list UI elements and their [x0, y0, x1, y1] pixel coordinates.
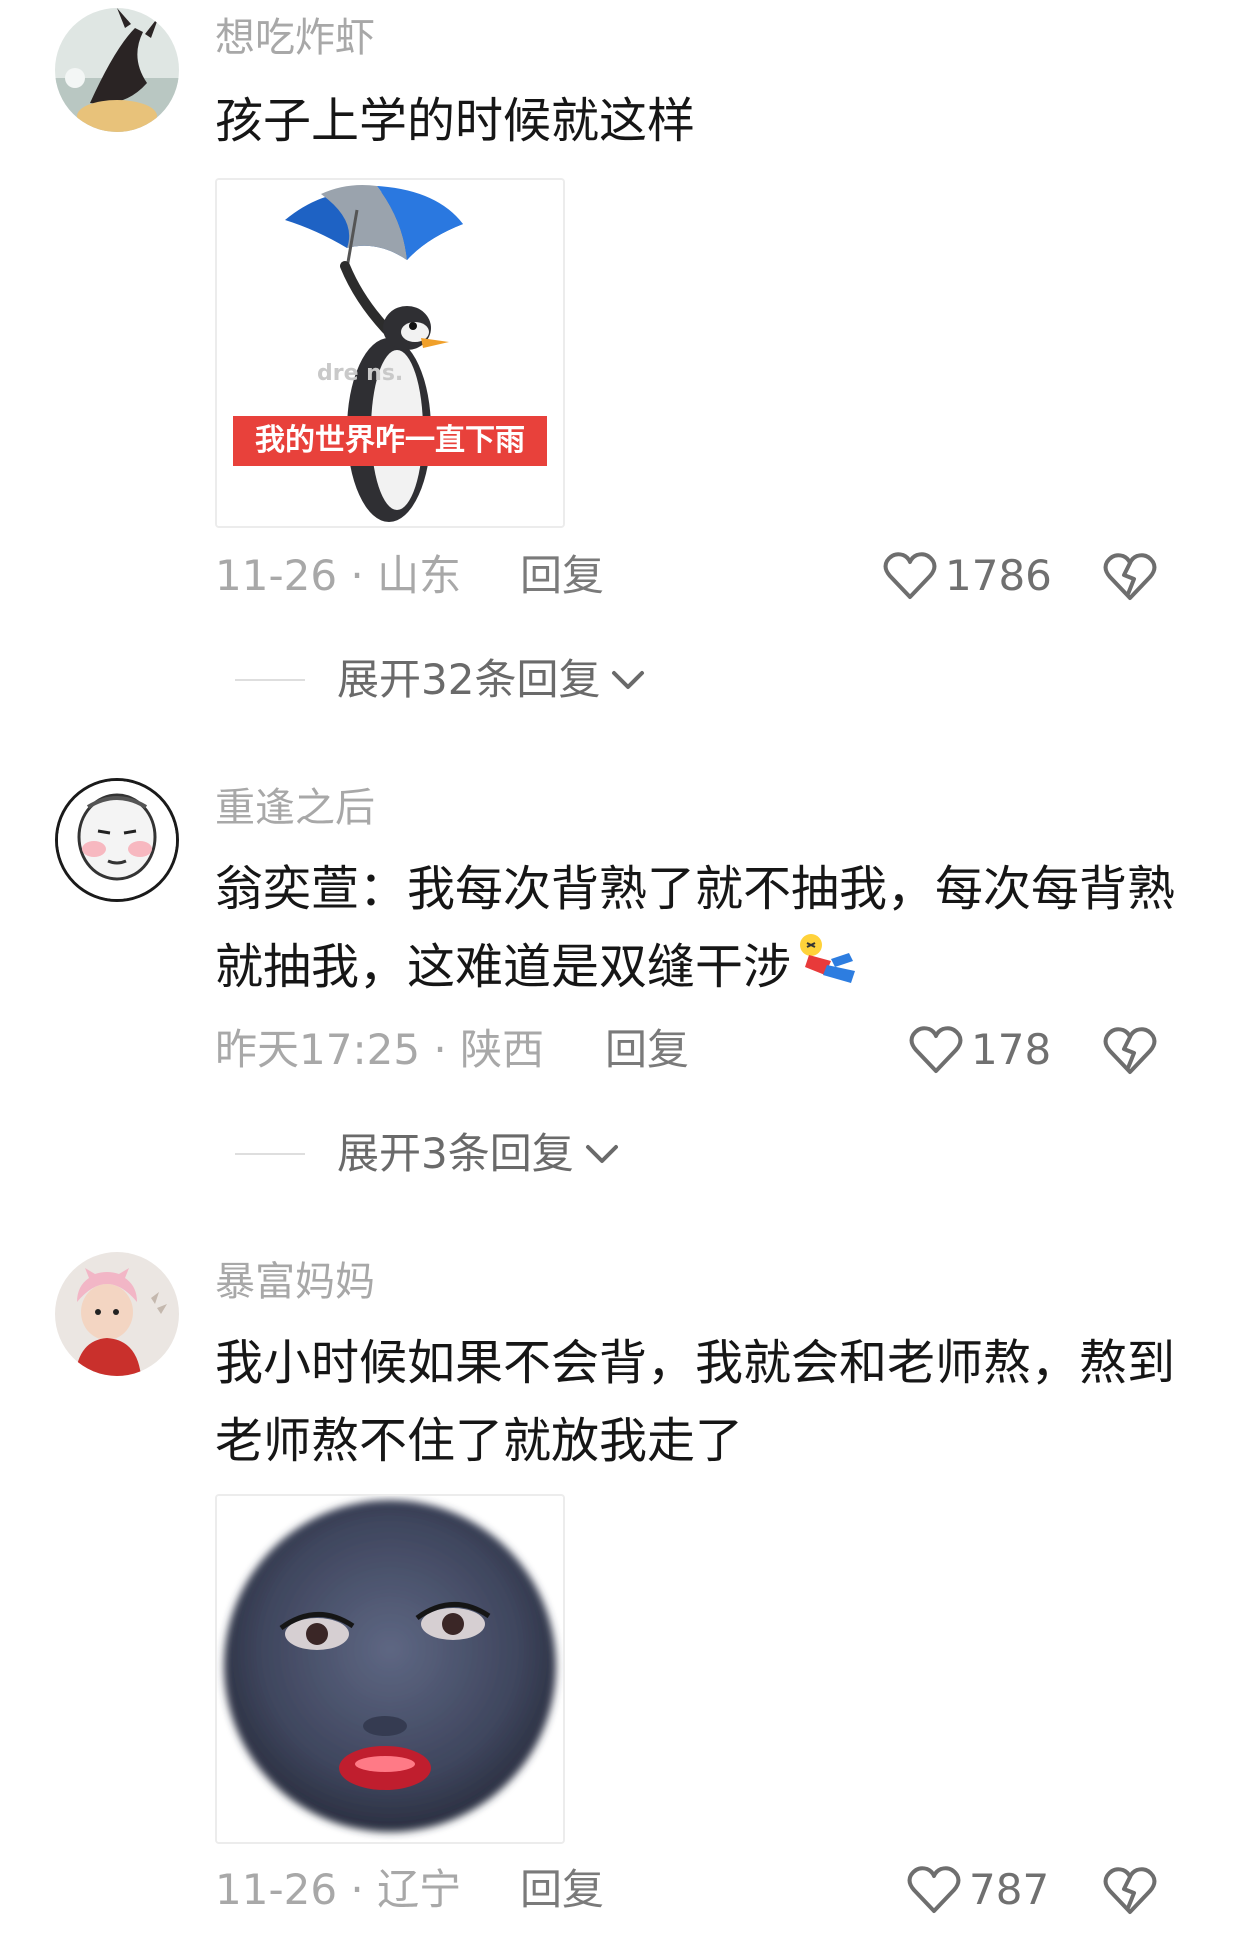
comment-meta: 昨天17:25 · 陕西 回复 178: [215, 1020, 1195, 1080]
comment-meta: 11-26 · 辽宁 回复 787: [215, 1860, 1195, 1920]
expand-label: 展开3条回复: [337, 1129, 574, 1178]
comment-text: 翁奕萱：我每次背熟了就不抽我，每次每背熟就抽我，这难道是双缝干涉: [215, 850, 1205, 1006]
like-button[interactable]: 178: [909, 1022, 1051, 1078]
expand-replies-button[interactable]: 展开32条回复: [235, 650, 646, 710]
like-button[interactable]: 1786: [883, 548, 1052, 604]
heart-outline-icon: [907, 1866, 961, 1913]
username[interactable]: 想吃炸虾: [215, 18, 375, 58]
sticker-watermark: dre ns.: [317, 361, 403, 386]
comment-text: 我小时候如果不会背，我就会和老师熬，熬到老师熬不住了就放我走了: [215, 1335, 1176, 1469]
heart-outline-icon: [909, 1026, 963, 1073]
divider: [235, 679, 305, 681]
broken-heart-icon[interactable]: [1103, 550, 1157, 602]
comment-text-content: 翁奕萱：我每次背熟了就不抽我，每次每背熟就抽我，这难道是双缝干涉: [215, 861, 1176, 995]
like-button[interactable]: 787: [907, 1862, 1049, 1918]
like-count: 787: [969, 1865, 1050, 1914]
username[interactable]: 重逢之后: [215, 788, 375, 828]
chevron-down-icon: [612, 671, 645, 689]
avatar[interactable]: [55, 8, 179, 132]
like-count: 178: [971, 1025, 1052, 1074]
date-location: 11-26 · 辽宁: [215, 1865, 462, 1914]
username[interactable]: 暴富妈妈: [215, 1262, 375, 1302]
reply-button[interactable]: 回复: [605, 1020, 689, 1080]
reply-button[interactable]: 回复: [520, 1860, 604, 1920]
sticker-image[interactable]: dre ns. 我的世界咋一直下雨: [215, 178, 565, 528]
sticker-image[interactable]: [215, 1494, 565, 1844]
fallen-person-emoji-icon: [800, 934, 856, 983]
chevron-down-icon: [585, 1145, 618, 1163]
sticker-caption: 我的世界咋一直下雨: [233, 416, 547, 466]
comment-text: 孩子上学的时候就这样: [215, 93, 696, 149]
divider: [235, 1153, 305, 1155]
like-count: 1786: [945, 551, 1052, 600]
date-location: 11-26 · 山东: [215, 551, 462, 600]
heart-outline-icon: [883, 552, 937, 599]
broken-heart-icon[interactable]: [1103, 1024, 1157, 1076]
avatar[interactable]: [55, 1252, 179, 1376]
date-location: 昨天17:25 · 陕西: [215, 1025, 545, 1074]
comment-meta: 11-26 · 山东 回复 1786: [215, 546, 1195, 606]
reply-button[interactable]: 回复: [520, 546, 604, 606]
expand-replies-button[interactable]: 展开3条回复: [235, 1124, 620, 1184]
expand-label: 展开32条回复: [337, 655, 601, 704]
avatar[interactable]: [55, 778, 179, 902]
broken-heart-icon[interactable]: [1103, 1864, 1157, 1916]
